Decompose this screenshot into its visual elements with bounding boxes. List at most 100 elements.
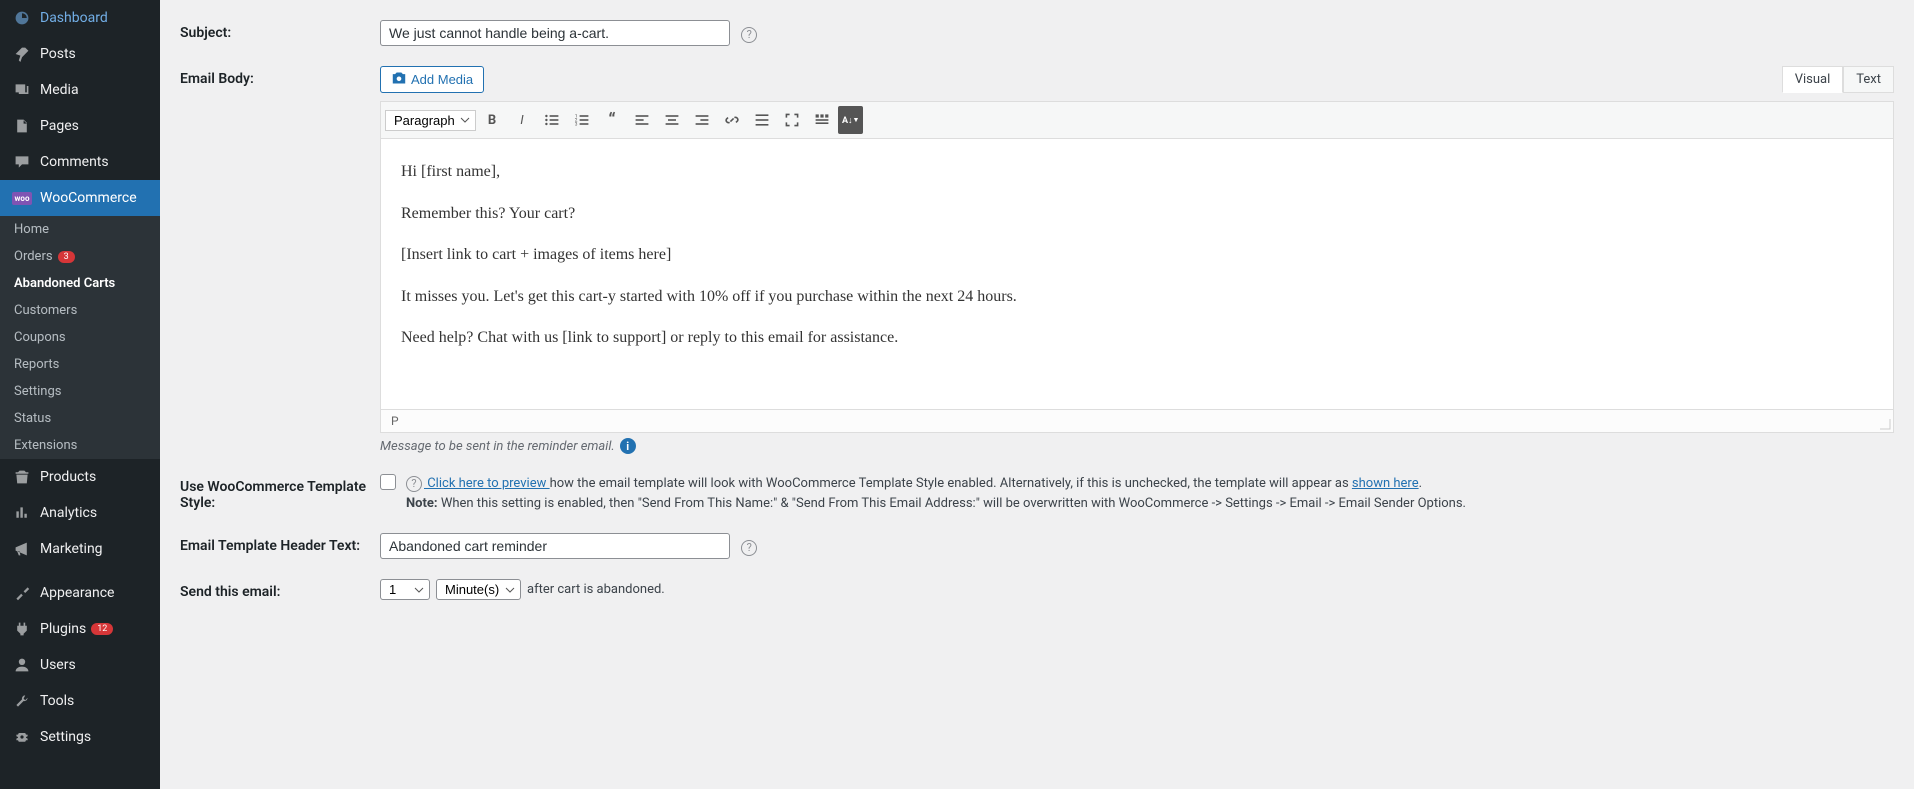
camera-icon	[391, 71, 407, 88]
sidebar-item-label: Plugins	[40, 621, 86, 637]
sidebar-item-comments[interactable]: Comments	[0, 144, 160, 180]
template-style-checkbox[interactable]	[380, 474, 396, 490]
template-description: ? Click here to preview how the email te…	[406, 474, 1466, 513]
info-icon[interactable]: i	[620, 438, 636, 454]
sidebar-item-label: WooCommerce	[40, 190, 137, 206]
sidebar-item-label: Marketing	[40, 541, 103, 557]
format-select[interactable]: Paragraph	[385, 110, 476, 131]
sidebar-item-plugins[interactable]: Plugins 12	[0, 611, 160, 647]
link-button[interactable]	[718, 106, 746, 134]
align-center-button[interactable]	[658, 106, 686, 134]
sidebar-item-products[interactable]: Products	[0, 459, 160, 495]
customize-button[interactable]: A↓ ▼	[838, 106, 863, 134]
help-icon[interactable]: ?	[741, 540, 757, 556]
tab-visual[interactable]: Visual	[1782, 66, 1844, 93]
add-media-label: Add Media	[411, 72, 473, 87]
marketing-icon	[12, 539, 32, 559]
plugins-badge: 12	[91, 623, 113, 635]
editor-footer: P	[381, 409, 1893, 432]
submenu-item-status[interactable]: Status	[0, 405, 160, 432]
toolbar-toggle-button[interactable]	[808, 106, 836, 134]
editor-help-text: Message to be sent in the reminder email…	[380, 439, 615, 454]
add-media-button[interactable]: Add Media	[380, 66, 484, 93]
subject-input[interactable]	[380, 20, 730, 46]
dashboard-icon	[12, 8, 32, 28]
sidebar-item-label: Pages	[40, 118, 79, 134]
preview-link[interactable]: Click here to preview	[424, 476, 550, 491]
tab-text[interactable]: Text	[1843, 66, 1894, 93]
send-after-text: after cart is abandoned.	[527, 582, 665, 597]
submenu-item-home[interactable]: Home	[0, 216, 160, 243]
sidebar-item-appearance[interactable]: Appearance	[0, 575, 160, 611]
products-icon	[12, 467, 32, 487]
submenu-item-coupons[interactable]: Coupons	[0, 324, 160, 351]
sidebar-item-label: Dashboard	[40, 10, 108, 26]
send-number-select[interactable]: 1	[380, 579, 430, 600]
sidebar-item-label: Posts	[40, 46, 76, 62]
submenu-item-abandoned-carts[interactable]: Abandoned Carts	[0, 270, 160, 297]
sidebar-item-marketing[interactable]: Marketing	[0, 531, 160, 567]
sidebar-item-tools[interactable]: Tools	[0, 683, 160, 719]
sidebar-item-label: Analytics	[40, 505, 97, 521]
align-right-button[interactable]	[688, 106, 716, 134]
orders-badge: 3	[58, 251, 75, 263]
template-style-label: Use WooCommerce Template Style:	[180, 474, 380, 513]
email-body-line: Remember this? Your cart?	[401, 201, 1873, 227]
italic-button[interactable]: I	[508, 106, 536, 134]
editor-path: P	[391, 414, 399, 428]
submenu-item-extensions[interactable]: Extensions	[0, 432, 160, 459]
media-icon	[12, 80, 32, 100]
sidebar-item-label: Settings	[40, 729, 91, 745]
woocommerce-submenu: Home Orders3 Abandoned Carts Customers C…	[0, 216, 160, 459]
admin-sidebar: Dashboard Posts Media Pages Comments woo…	[0, 0, 160, 789]
sidebar-item-settings[interactable]: Settings	[0, 719, 160, 755]
resize-handle[interactable]	[1879, 418, 1891, 430]
submenu-item-settings[interactable]: Settings	[0, 378, 160, 405]
editor-toolbar: Paragraph B I 123 “ A↓ ▼	[381, 102, 1893, 139]
sidebar-item-media[interactable]: Media	[0, 72, 160, 108]
help-icon[interactable]: ?	[406, 476, 422, 492]
sidebar-item-label: Appearance	[40, 585, 114, 601]
sidebar-item-woocommerce[interactable]: woo WooCommerce	[0, 180, 160, 216]
email-editor: Paragraph B I 123 “ A↓ ▼	[380, 101, 1894, 433]
numbered-list-button[interactable]: 123	[568, 106, 596, 134]
align-left-button[interactable]	[628, 106, 656, 134]
sidebar-item-users[interactable]: Users	[0, 647, 160, 683]
sidebar-item-posts[interactable]: Posts	[0, 36, 160, 72]
users-icon	[12, 655, 32, 675]
fullscreen-button[interactable]	[778, 106, 806, 134]
send-email-label: Send this email:	[180, 579, 380, 600]
send-unit-select[interactable]: Minute(s)	[436, 579, 521, 600]
svg-text:3: 3	[575, 122, 578, 128]
bullet-list-button[interactable]	[538, 106, 566, 134]
email-body-label: Email Body:	[180, 66, 380, 454]
sidebar-item-label: Comments	[40, 154, 109, 170]
settings-icon	[12, 727, 32, 747]
pin-icon	[12, 44, 32, 64]
analytics-icon	[12, 503, 32, 523]
sidebar-item-pages[interactable]: Pages	[0, 108, 160, 144]
email-body-line: Need help? Chat with us [link to support…	[401, 325, 1873, 351]
woocommerce-icon: woo	[12, 188, 32, 208]
main-content: Subject: ? Email Body: Add Media Visual …	[160, 0, 1914, 789]
insert-more-button[interactable]	[748, 106, 776, 134]
pages-icon	[12, 116, 32, 136]
sidebar-item-dashboard[interactable]: Dashboard	[0, 0, 160, 36]
blockquote-button[interactable]: “	[598, 106, 626, 134]
shown-here-link[interactable]: shown here	[1352, 476, 1419, 491]
bold-button[interactable]: B	[478, 106, 506, 134]
submenu-item-reports[interactable]: Reports	[0, 351, 160, 378]
header-text-input[interactable]	[380, 533, 730, 559]
sidebar-item-label: Products	[40, 469, 96, 485]
sidebar-item-analytics[interactable]: Analytics	[0, 495, 160, 531]
email-body-line: [Insert link to cart + images of items h…	[401, 242, 1873, 268]
sidebar-item-label: Tools	[40, 693, 74, 709]
sidebar-item-label: Users	[40, 657, 76, 673]
submenu-item-orders[interactable]: Orders3	[0, 243, 160, 270]
editor-content-area[interactable]: Hi [first name], Remember this? Your car…	[381, 139, 1893, 409]
subject-label: Subject:	[180, 20, 380, 46]
submenu-item-customers[interactable]: Customers	[0, 297, 160, 324]
help-icon[interactable]: ?	[741, 27, 757, 43]
plugins-icon	[12, 619, 32, 639]
email-body-line: Hi [first name],	[401, 159, 1873, 185]
